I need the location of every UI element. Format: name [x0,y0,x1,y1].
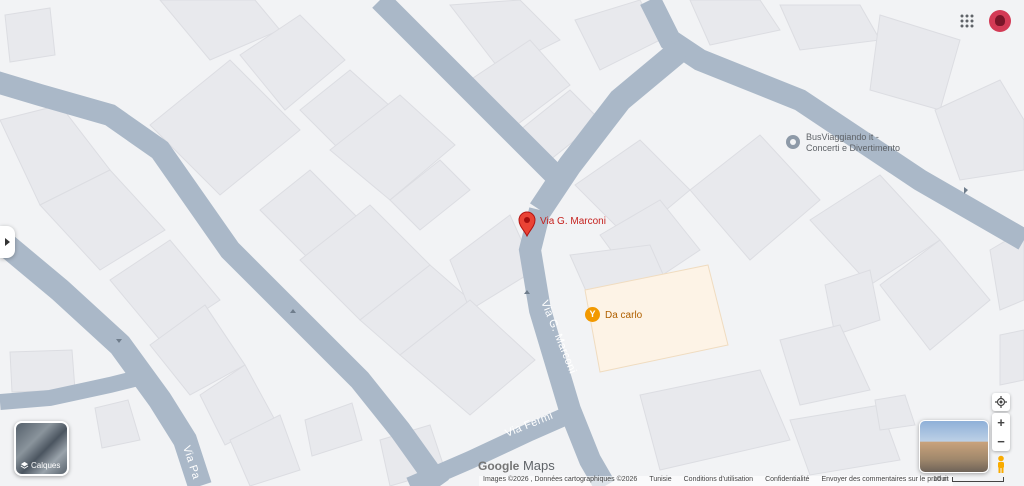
poi-circle-icon[interactable] [786,135,800,149]
scale-line [951,477,1004,482]
footer-bar: Images ©2026 , Données cartographiques ©… [479,476,953,486]
maps-wordmark: Maps [522,458,555,473]
zoom-controls: + − [992,413,1010,451]
apps-grid-icon[interactable] [960,14,974,28]
bus-poi-line2: Concerti e Divertimento [806,143,901,153]
privacy-link[interactable]: Confidentialité [765,476,809,486]
account-avatar[interactable] [989,10,1011,32]
map-canvas[interactable]: Via G. Marconi Via Fermi Via Pa Via G. M… [0,0,1024,486]
country-link[interactable]: Tunisie [649,476,671,486]
my-location-button[interactable] [992,393,1010,411]
my-location-icon [995,396,1007,408]
google-wordmark: Google [478,459,520,473]
restaurant-label[interactable]: Da carlo [605,310,642,321]
bus-poi-label[interactable]: BusViaggiando it - Concerti e Divertimen… [806,132,900,154]
direction-arrow-icon [964,187,968,194]
layers-label: Calques [31,461,61,470]
layers-icon [20,461,29,469]
pegman-icon[interactable] [994,455,1008,473]
layers-button[interactable]: Calques [14,421,69,476]
pin-label[interactable]: Via G. Marconi [540,216,606,227]
bus-poi-line1: BusViaggiando it - [806,132,879,142]
imagery-credit: Images ©2026 , Données cartographiques ©… [483,476,638,483]
scale-label: 10 m [933,476,949,483]
street-view-thumbnail[interactable] [919,420,989,473]
feedback-link[interactable]: Envoyer des commentaires sur le produit [821,476,948,486]
google-maps-logo: Google Maps [478,458,555,473]
layers-button-label-row: Calques [20,461,60,470]
zoom-in-button[interactable]: + [992,413,1010,432]
restaurant-icon[interactable]: Y [585,307,600,322]
map-layer[interactable]: Via G. Marconi Via Fermi Via Pa [0,0,1024,486]
zoom-out-button[interactable]: − [992,432,1010,451]
terms-link[interactable]: Conditions d'utilisation [684,476,753,486]
scale-bar[interactable]: 10 m [933,476,1004,483]
side-panel-toggle-button[interactable] [0,226,15,258]
buildings [0,0,1024,486]
